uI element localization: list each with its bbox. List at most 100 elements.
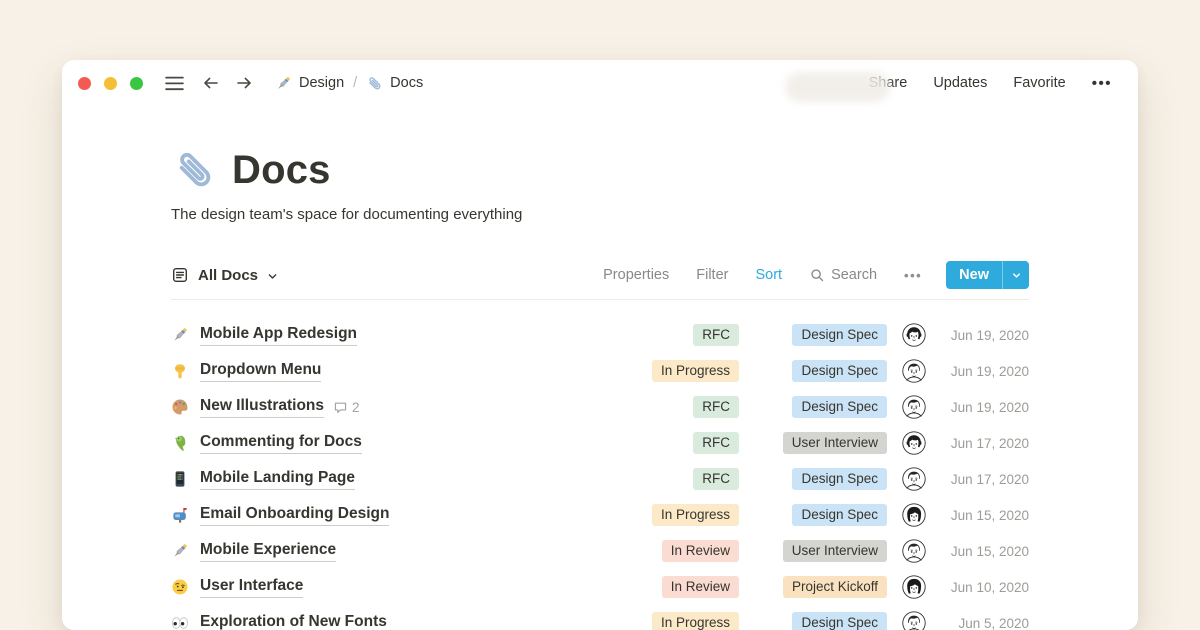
status-tag: RFC [693, 396, 739, 418]
table-row[interactable]: Exploration of New Fonts In Progress Desig… [171, 605, 1029, 630]
doc-title[interactable]: Dropdown Menu [200, 360, 321, 382]
status-cell: In Review [607, 576, 739, 598]
search-icon [809, 267, 825, 283]
point-down-icon [171, 362, 189, 380]
table-row[interactable]: Mobile ExperienceIn ReviewUser Interview… [171, 533, 1029, 569]
status-cell: RFC [607, 468, 739, 490]
avatar [902, 431, 926, 455]
type-tag: Design Spec [792, 396, 887, 418]
doc-title[interactable]: Mobile Experience [200, 540, 336, 562]
view-toolbar: All Docs Properties Filter Sort Search •… [171, 260, 1029, 290]
docs-list: Mobile App RedesignRFCDesign SpecJun 19,… [171, 317, 1029, 630]
doc-title[interactable]: Email Onboarding Design [200, 504, 389, 526]
comment-icon [333, 400, 348, 415]
status-cell: In Progress [607, 360, 739, 382]
face-raised-eyebrow-icon [171, 578, 189, 596]
new-button-label[interactable]: New [946, 261, 1002, 289]
minimize-window-button[interactable] [104, 77, 117, 90]
type-cell: Design Spec [747, 396, 887, 418]
status-cell: RFC [607, 432, 739, 454]
titlebar-actions: Share Updates Favorite ••• [869, 75, 1112, 91]
palette-icon [171, 398, 189, 416]
date-value: Jun 5, 2020 [941, 616, 1029, 630]
date-value: Jun 19, 2020 [941, 328, 1029, 343]
doc-title[interactable]: New Illustrations [200, 396, 324, 418]
date-value: Jun 15, 2020 [941, 544, 1029, 559]
status-cell: In Progress [607, 612, 739, 630]
avatar [902, 395, 926, 419]
back-arrow-icon[interactable] [201, 75, 221, 92]
date-value: Jun 15, 2020 [941, 508, 1029, 523]
table-row[interactable]: Mobile Landing PageRFCDesign SpecJun 17,… [171, 461, 1029, 497]
type-cell: Design Spec [747, 504, 887, 526]
type-tag: Design Spec [792, 504, 887, 526]
status-cell: In Progress [607, 504, 739, 526]
row-properties: In ReviewUser InterviewJun 15, 2020 [607, 539, 1029, 563]
view-tab-all-docs[interactable]: All Docs [171, 266, 278, 284]
type-cell: User Interview [747, 540, 887, 562]
doc-title[interactable]: Commenting for Docs [200, 432, 362, 454]
new-button-chevron-icon[interactable] [1002, 261, 1029, 289]
table-row[interactable]: Dropdown Menu In Progress Design Spec Jun 1… [171, 353, 1029, 389]
list-view-icon [171, 266, 189, 284]
type-tag: User Interview [783, 540, 887, 562]
page-title[interactable]: Docs [232, 148, 331, 193]
status-cell: RFC [607, 324, 739, 346]
avatar [902, 467, 926, 491]
status-cell: RFC [607, 396, 739, 418]
row-properties: RFCDesign SpecJun 19, 2020 [607, 323, 1029, 347]
page-subtitle[interactable]: The design team's space for documenting … [171, 206, 1029, 223]
breadcrumb: Design / Docs [275, 75, 423, 92]
more-icon[interactable]: ••• [1092, 76, 1112, 91]
table-row[interactable]: User InterfaceIn ReviewProject KickoffJu… [171, 569, 1029, 605]
forward-arrow-icon[interactable] [234, 75, 254, 92]
sidebar-toggle-icon[interactable] [164, 75, 185, 92]
date-value: Jun 19, 2020 [941, 364, 1029, 379]
breadcrumb-item-docs[interactable]: Docs [366, 75, 423, 92]
paintbrush-icon [275, 75, 292, 92]
table-row[interactable]: Email Onboarding Design In Progress Design… [171, 497, 1029, 533]
table-row[interactable]: Mobile App Redesign RFCDesign SpecJun 19,… [171, 317, 1029, 353]
sort-button[interactable]: Sort [755, 267, 782, 283]
type-cell: Project Kickoff [747, 576, 887, 598]
close-window-button[interactable] [78, 77, 91, 90]
zoom-window-button[interactable] [130, 77, 143, 90]
eyes-icon [171, 614, 189, 630]
row-properties: In Progress Design Spec Jun 15, 2020 [607, 503, 1029, 527]
properties-button[interactable]: Properties [603, 267, 669, 283]
blurred-region [785, 72, 890, 102]
breadcrumb-separator: / [344, 75, 366, 91]
avatar [902, 323, 926, 347]
status-tag: In Progress [652, 504, 739, 526]
type-tag: Design Spec [792, 468, 887, 490]
status-tag: In Progress [652, 360, 739, 382]
table-row[interactable]: Commenting for Docs RFCUser InterviewJun … [171, 425, 1029, 461]
toolbar-more-icon[interactable]: ••• [904, 268, 922, 283]
new-button[interactable]: New [946, 261, 1029, 289]
row-properties: In ReviewProject KickoffJun 10, 2020 [607, 575, 1029, 599]
favorite-button[interactable]: Favorite [1013, 75, 1065, 91]
doc-title[interactable]: Mobile Landing Page [200, 468, 355, 490]
mailbox-icon [171, 506, 189, 524]
updates-button[interactable]: Updates [933, 75, 987, 91]
breadcrumb-item-design[interactable]: Design [275, 75, 344, 92]
row-properties: RFCUser InterviewJun 17, 2020 [607, 431, 1029, 455]
doc-title[interactable]: User Interface [200, 576, 303, 598]
type-tag: Project Kickoff [783, 576, 887, 598]
search-button[interactable]: Search [809, 267, 877, 283]
type-tag: Design Spec [792, 360, 887, 382]
doc-title[interactable]: Mobile App Redesign [200, 324, 357, 346]
status-tag: RFC [693, 468, 739, 490]
filter-button[interactable]: Filter [696, 267, 728, 283]
row-properties: In Progress Design Spec Jun 5, 2020 [607, 611, 1029, 630]
avatar [902, 539, 926, 563]
table-row[interactable]: New Illustrations2RFCDesign SpecJun 19, … [171, 389, 1029, 425]
comment-count[interactable]: 2 [333, 400, 360, 415]
paintbrush-icon [171, 542, 189, 560]
paperclip-icon [366, 75, 383, 92]
doc-title[interactable]: Exploration of New Fonts [200, 612, 387, 630]
status-tag: In Review [662, 576, 739, 598]
page-paperclip-icon [171, 147, 217, 193]
date-value: Jun 17, 2020 [941, 436, 1029, 451]
type-cell: Design Spec [747, 612, 887, 630]
